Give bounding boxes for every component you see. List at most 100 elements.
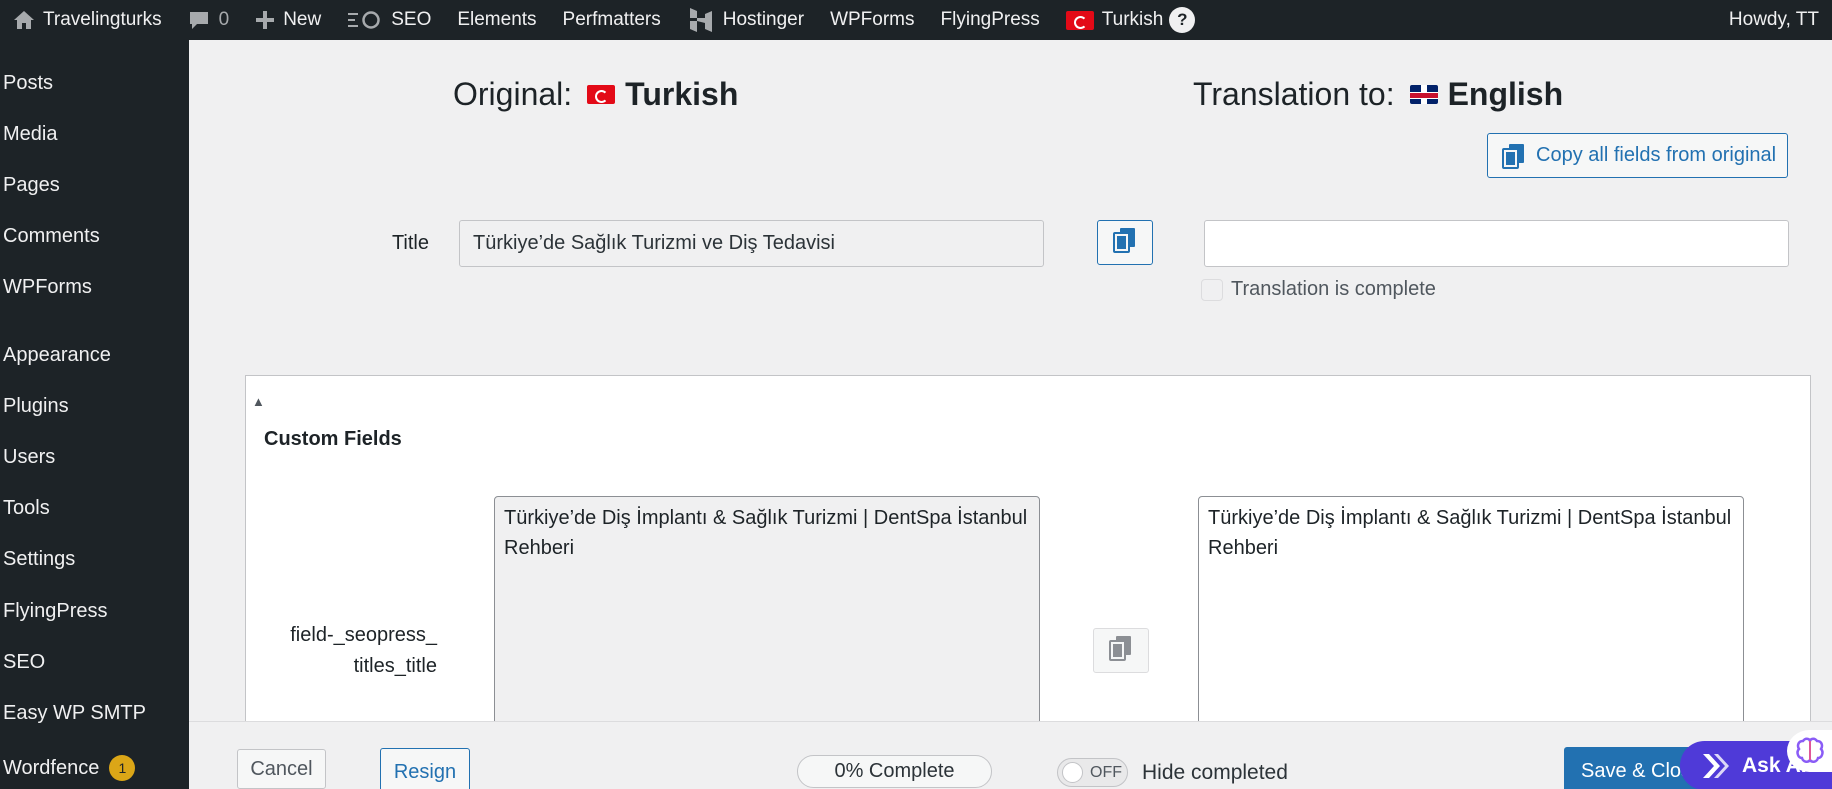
sidebar-item-posts[interactable]: Posts [3,72,53,95]
custom-fields-title: Custom Fields [264,428,402,450]
progress-indicator: 0% Complete [797,755,992,788]
perfmatters-label: Perfmatters [562,9,661,30]
admin-sidebar: Posts Media Pages Comments WPForms Appea… [0,40,189,789]
sidebar-item-label: Pages [3,174,60,196]
elements-link[interactable]: Elements [444,0,549,40]
copy-icon [1502,143,1526,169]
site-name-link[interactable]: Travelingturks [0,0,175,40]
custom-fields-panel: ▲ Custom Fields field-_seopress_ titles_… [245,375,1811,721]
sidebar-item-plugins[interactable]: Plugins [3,395,69,418]
title-label: Title [391,232,429,254]
comments-link[interactable]: 0 [175,0,243,40]
translation-editor: Original: Turkish Translation to: Englis… [189,40,1832,721]
comments-count: 0 [218,9,230,30]
sidebar-item-tools[interactable]: Tools [3,497,50,520]
field-label-line: field-_seopress_ [290,624,437,646]
greeting-label: Howdy, TT [1728,9,1819,30]
sidebar-item-settings[interactable]: Settings [3,548,75,571]
seo-label: SEO [391,9,432,30]
original-language-heading: Original: Turkish [453,76,738,113]
sidebar-item-wpforms[interactable]: WPForms [3,276,92,299]
original-language-name: Turkish [625,76,739,112]
editor-footer: Cancel Resign 0% Complete OFF Hide compl… [189,721,1832,789]
notification-badge: 1 [109,755,136,781]
hostinger-icon [687,6,715,34]
sidebar-item-seo[interactable]: SEO [3,651,45,674]
sidebar-item-label: Media [3,123,58,145]
checkbox[interactable] [1201,278,1223,301]
hostinger-link[interactable]: Hostinger [674,0,817,40]
admin-bar: Travelingturks 0 New SEO Elements Perfma… [0,0,1832,40]
title-translation-field[interactable] [1204,220,1789,267]
sidebar-item-label: Appearance [3,344,111,366]
sidebar-item-users[interactable]: Users [3,446,55,469]
sidebar-item-appearance[interactable]: Appearance [3,344,111,367]
sidebar-item-label: Posts [3,72,54,94]
flag-tr-icon [1065,10,1094,30]
language-label: Turkish [1101,9,1164,30]
comment-icon [188,9,210,31]
help-icon[interactable]: ? [1169,7,1196,33]
sidebar-item-wordfence[interactable]: Wordfence 1 [3,755,136,781]
custom-field-translation-textarea[interactable]: Türkiye’de Diş İmplantı & Sağlık Turizmi… [1198,496,1744,721]
seo-menu[interactable]: SEO [334,0,444,40]
toggle-knob [1062,762,1083,783]
sidebar-item-label: Tools [3,497,50,519]
sidebar-item-label: Comments [3,225,100,247]
plus-icon [255,10,275,30]
translation-prefix: Translation to: [1193,76,1395,112]
hide-completed-toggle[interactable]: OFF [1057,758,1128,787]
sidebar-item-label: Wordfence [3,756,100,779]
sidebar-item-media[interactable]: Media [3,123,57,146]
copy-field-button[interactable] [1093,628,1149,673]
custom-field-original-textarea: Türkiye’de Diş İmplantı & Sağlık Turizmi… [494,496,1040,721]
sidebar-item-easy-wp-smtp[interactable]: Easy WP SMTP [3,702,146,725]
wpforms-link[interactable]: WPForms [817,0,927,40]
translation-complete-label: Translation is complete [1231,278,1436,300]
field-label: field-_seopress_ titles_title [290,620,437,682]
flag-uk-icon [1409,85,1438,104]
account-menu[interactable]: Howdy, TT [1716,0,1832,40]
flyingpress-link[interactable]: FlyingPress [928,0,1053,40]
copy-title-button[interactable] [1097,220,1153,265]
translation-language-name: English [1447,76,1564,112]
sidebar-item-label: SEO [3,651,46,673]
sidebar-item-label: Easy WP SMTP [3,702,146,724]
resign-button[interactable]: Resign [380,748,470,789]
hostinger-label: Hostinger [722,9,805,30]
copy-all-fields-button[interactable]: Copy all fields from original [1487,133,1788,178]
home-icon [13,10,35,30]
sidebar-item-label: Users [3,446,56,468]
translation-complete-checkbox[interactable]: Translation is complete [1201,278,1436,301]
perfmatters-link[interactable]: Perfmatters [550,0,674,40]
copy-all-label: Copy all fields from original [1536,144,1777,166]
sidebar-item-label: FlyingPress [3,600,108,622]
flyingpress-label: FlyingPress [940,9,1040,30]
sidebar-item-comments[interactable]: Comments [3,225,100,248]
sidebar-item-label: WPForms [3,276,92,298]
collapse-toggle[interactable]: ▲ [252,394,265,409]
cancel-button[interactable]: Cancel [237,749,326,789]
language-switcher[interactable]: Turkish ? [1053,0,1209,40]
brain-icon[interactable] [1787,730,1832,772]
sidebar-item-flyingpress[interactable]: FlyingPress [3,600,107,623]
copy-icon [1113,227,1137,258]
flag-tr-icon [587,85,616,104]
ask-ai-icon [1700,751,1730,781]
progress-text: 0% Complete [834,760,955,782]
title-original-field: Türkiye’de Sağlık Turizmi ve Diş Tedavis… [459,220,1044,267]
translation-language-heading: Translation to: English [1193,76,1563,113]
copy-icon [1109,635,1133,666]
seo-icon [347,10,383,30]
sidebar-item-pages[interactable]: Pages [3,174,60,197]
sidebar-item-label: Settings [3,548,76,570]
new-content-link[interactable]: New [242,0,334,40]
site-name-label: Travelingturks [43,9,162,30]
wpforms-label: WPForms [830,9,915,30]
elements-label: Elements [457,9,537,30]
field-label-line: titles_title [353,655,437,677]
new-label: New [283,9,322,30]
sidebar-item-label: Plugins [3,395,69,417]
toggle-state-label: OFF [1090,763,1122,781]
original-prefix: Original: [453,76,573,112]
